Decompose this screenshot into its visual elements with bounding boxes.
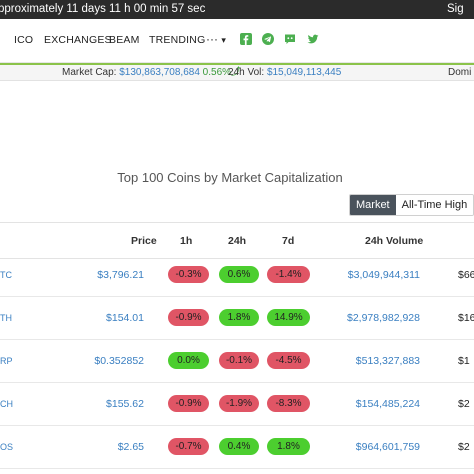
nav-item-ico[interactable]: ICO xyxy=(14,34,33,46)
change-7d-badge: -4.5% xyxy=(267,352,310,369)
coin-volume[interactable]: $154,485,224 xyxy=(338,398,420,410)
more-menu[interactable]: ··· ▾ xyxy=(206,32,226,46)
coin-market-cap: $2 xyxy=(458,398,470,410)
change-24h-badge: -1.9% xyxy=(219,395,259,412)
volume-label: 24h Vol: xyxy=(228,67,265,78)
main-nav: ICO EXCHANGES BEAM TRENDING ··· ▾ xyxy=(0,19,474,63)
coin-symbol[interactable]: RP xyxy=(0,356,13,366)
volume-column-header[interactable]: 24h Volume xyxy=(365,235,423,247)
table-header: Price 1h 24h 7d 24h Volume xyxy=(0,222,474,259)
coin-price[interactable]: $3,796.21 xyxy=(88,269,144,281)
table-row[interactable]: CH $155.62 -0.9% -1.9% -8.3% $154,485,22… xyxy=(0,384,474,426)
table-row[interactable]: TH $154.01 -0.9% 1.8% 14.9% $2,978,982,9… xyxy=(0,298,474,340)
coin-price[interactable]: $154.01 xyxy=(88,312,144,324)
change-7d-badge: -8.3% xyxy=(267,395,310,412)
countdown-text: pproximately 11 days 11 h 00 min 57 sec xyxy=(0,3,206,15)
coin-market-cap: $16 xyxy=(458,312,474,324)
coin-market-cap: $66 xyxy=(458,269,474,281)
facebook-icon[interactable] xyxy=(240,33,252,45)
market-cap-stat: Market Cap: $130,863,708,684 0.56%⤴ xyxy=(62,65,241,80)
change-1h-badge: -0.3% xyxy=(168,266,209,283)
change-24h-badge: 0.6% xyxy=(219,266,259,283)
announcement-bar: pproximately 11 days 11 h 00 min 57 sec … xyxy=(0,0,474,19)
chevron-down-icon: ▾ xyxy=(221,35,226,45)
change-24h-badge: 0.4% xyxy=(219,438,259,455)
nav-item-exchanges[interactable]: EXCHANGES xyxy=(44,34,112,46)
change-7d-badge: -1.4% xyxy=(267,266,310,283)
change-24h-badge: 1.8% xyxy=(219,309,259,326)
coin-price[interactable]: $2.65 xyxy=(88,441,144,453)
market-cap-label: Market Cap: xyxy=(62,67,117,78)
nav-item-trending[interactable]: TRENDING xyxy=(149,34,205,46)
coin-market-cap: $2 xyxy=(458,441,470,453)
coin-market-cap: $1 xyxy=(458,355,470,367)
coin-volume[interactable]: $3,049,944,311 xyxy=(338,269,420,281)
table-row[interactable]: RP $0.352852 0.0% -0.1% -4.5% $513,327,8… xyxy=(0,341,474,383)
coin-symbol[interactable]: TH xyxy=(0,313,12,323)
change-7d-badge: 14.9% xyxy=(267,309,310,326)
sign-in-link[interactable]: Sig xyxy=(447,0,464,19)
table-row[interactable]: TC $3,796.21 -0.3% 0.6% -1.4% $3,049,944… xyxy=(0,255,474,297)
market-cap-change: 0.56% xyxy=(202,67,232,78)
change-1h-badge: -0.7% xyxy=(168,438,209,455)
volume-value[interactable]: $15,049,113,445 xyxy=(267,67,341,78)
view-toggle: Market All-Time High xyxy=(349,194,474,216)
coin-volume[interactable]: $2,978,982,928 xyxy=(338,312,420,324)
coin-symbol[interactable]: OS xyxy=(0,442,13,452)
change-24h-badge: -0.1% xyxy=(219,352,259,369)
table-row[interactable]: OS $2.65 -0.7% 0.4% 1.8% $964,601,759 $2 xyxy=(0,427,474,469)
discord-icon[interactable] xyxy=(284,33,296,45)
coin-volume[interactable]: $964,601,759 xyxy=(338,441,420,453)
coin-volume[interactable]: $513,327,883 xyxy=(338,355,420,367)
coin-price[interactable]: $155.62 xyxy=(88,398,144,410)
all-time-high-tab-button[interactable]: All-Time High xyxy=(395,195,474,215)
page-title: Top 100 Coins by Market Capitalization xyxy=(0,170,474,185)
dominance-label: Domi xyxy=(448,67,472,78)
nav-item-beam[interactable]: BEAM xyxy=(109,34,140,46)
twitter-icon[interactable] xyxy=(307,33,319,45)
change-1h-badge: -0.9% xyxy=(168,395,209,412)
coin-symbol[interactable]: CH xyxy=(0,399,13,409)
7d-column-header[interactable]: 7d xyxy=(282,235,294,247)
change-7d-badge: 1.8% xyxy=(267,438,310,455)
coin-price[interactable]: $0.352852 xyxy=(88,355,144,367)
coin-symbol[interactable]: TC xyxy=(0,270,12,280)
price-column-header[interactable]: Price xyxy=(131,235,157,247)
change-1h-badge: 0.0% xyxy=(168,352,209,369)
more-dots: ··· xyxy=(206,32,218,46)
telegram-icon[interactable] xyxy=(262,33,274,45)
1h-column-header[interactable]: 1h xyxy=(180,235,192,247)
market-tab-button[interactable]: Market xyxy=(350,195,396,215)
24h-column-header[interactable]: 24h xyxy=(228,235,246,247)
volume-stat: 24h Vol: $15,049,113,445 xyxy=(228,65,341,80)
global-stats-bar: Market Cap: $130,863,708,684 0.56%⤴ 24h … xyxy=(0,63,474,81)
change-1h-badge: -0.9% xyxy=(168,309,209,326)
page-title-text: Top 100 Coins by Market Capitalization xyxy=(117,170,343,185)
market-cap-value[interactable]: $130,863,708,684 xyxy=(119,67,200,78)
